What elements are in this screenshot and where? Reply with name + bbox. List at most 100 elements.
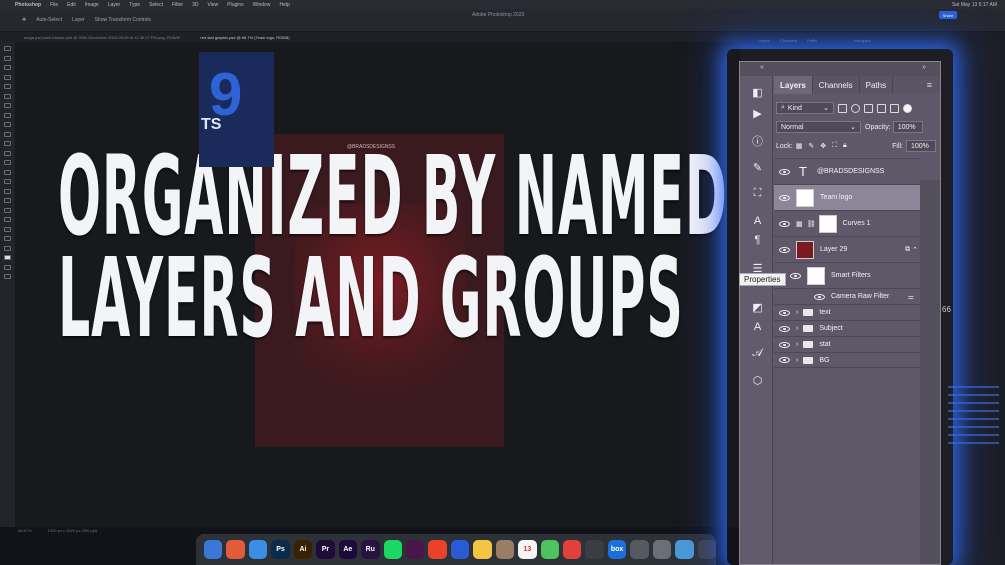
- zoom-level[interactable]: 66.67%: [18, 528, 32, 533]
- visibility-eye-icon[interactable]: [779, 309, 790, 316]
- filter-smart-object-icon[interactable]: [890, 103, 899, 113]
- lock-image-icon[interactable]: ✎: [808, 142, 814, 150]
- path-select-tool-icon[interactable]: [4, 207, 11, 213]
- menu-select[interactable]: Select: [149, 2, 163, 8]
- paragraph-icon[interactable]: ¶: [751, 233, 764, 246]
- move-tool-icon[interactable]: [4, 46, 11, 51]
- dock-app-icon[interactable]: [450, 540, 470, 559]
- group-row[interactable]: › stat: [774, 336, 920, 352]
- dock-app-icon[interactable]: Ru: [361, 540, 380, 559]
- visibility-eye-icon[interactable]: [779, 325, 790, 332]
- move-tool-icon[interactable]: ✥: [22, 17, 26, 23]
- collapse-right-icon[interactable]: »: [922, 64, 926, 71]
- tab-layers[interactable]: Layers: [774, 76, 813, 94]
- blur-tool-icon[interactable]: [4, 169, 11, 175]
- glyphs-icon[interactable]: 𝒜: [751, 347, 764, 360]
- chevron-right-icon[interactable]: ›: [796, 341, 798, 348]
- dock-app-icon[interactable]: [675, 540, 694, 559]
- crop-tool-icon[interactable]: [4, 84, 11, 89]
- bg-tab-paths[interactable]: Paths: [807, 38, 817, 43]
- type-tool-icon[interactable]: [4, 198, 11, 203]
- eyedropper-tool-icon[interactable]: [4, 103, 11, 108]
- menu-filter[interactable]: Filter: [172, 2, 183, 8]
- quick-select-tool-icon[interactable]: [4, 74, 11, 80]
- info-icon[interactable]: ⓘ: [751, 134, 764, 148]
- filter-adjustment-icon[interactable]: [851, 103, 860, 113]
- pen-tool-icon[interactable]: [4, 188, 11, 194]
- dock-app-icon[interactable]: Ai: [293, 540, 313, 559]
- dock-app-icon[interactable]: [495, 540, 515, 559]
- healing-tool-icon[interactable]: [4, 112, 11, 118]
- dodge-tool-icon[interactable]: [4, 179, 11, 184]
- menu-file[interactable]: File: [50, 2, 58, 8]
- smart-filters-row[interactable]: Smart Filters: [774, 262, 920, 288]
- character-icon[interactable]: A: [751, 214, 764, 227]
- brush-tool-icon[interactable]: [4, 122, 11, 127]
- zoom-tool-icon[interactable]: [4, 236, 11, 241]
- dock-app-icon[interactable]: [697, 540, 717, 559]
- foreground-color-swatch[interactable]: [4, 255, 11, 260]
- auto-select-target-dropdown[interactable]: Layer: [72, 17, 85, 23]
- filter-type-icon[interactable]: [864, 103, 873, 113]
- document-tab-active[interactable]: red stat graphic.psd @ 66.7% (Team logo,…: [200, 35, 289, 40]
- smart-filter-badge-icon[interactable]: ⧉: [905, 246, 910, 254]
- visibility-eye-icon[interactable]: [779, 194, 790, 201]
- lock-position-icon[interactable]: ✥: [820, 142, 826, 150]
- dock-app-icon[interactable]: [226, 540, 245, 559]
- dock-app-icon[interactable]: [204, 540, 223, 559]
- chevron-right-icon[interactable]: ›: [796, 309, 798, 316]
- dock-app-icon[interactable]: [383, 540, 402, 559]
- screen-mode-icon[interactable]: [4, 274, 11, 279]
- menu-image[interactable]: Image: [85, 2, 99, 8]
- document-tab[interactable]: mega psd pack banner.psd @ 2000-December…: [24, 35, 180, 40]
- blend-mode-dropdown[interactable]: Normal ⌄: [776, 121, 861, 133]
- panel-menu-icon[interactable]: ≡: [927, 76, 932, 94]
- history-brush-tool-icon[interactable]: [4, 141, 11, 146]
- frame-tool-icon[interactable]: [4, 93, 11, 99]
- menu-plugins[interactable]: Plugins: [227, 2, 243, 8]
- tab-channels[interactable]: Channels: [813, 76, 860, 94]
- filter-shape-icon[interactable]: [877, 103, 886, 113]
- navigator-tab[interactable]: Navigator: [854, 38, 871, 43]
- history-panel-icon[interactable]: ◧: [751, 86, 764, 99]
- gradient-tool-icon[interactable]: [4, 160, 11, 165]
- layer-row[interactable]: T @BRADSDESIGNSS: [774, 158, 920, 184]
- dock-app-icon[interactable]: [540, 540, 559, 559]
- menu-help[interactable]: Help: [279, 2, 289, 8]
- visibility-eye-icon[interactable]: [779, 341, 790, 348]
- camera-raw-filter-row[interactable]: Camera Raw Filter ⚌: [774, 288, 920, 304]
- menu-window[interactable]: Window: [253, 2, 271, 8]
- character-styles-icon[interactable]: A: [751, 320, 764, 333]
- shape-tool-icon[interactable]: [4, 217, 11, 222]
- dock-app-icon[interactable]: [585, 540, 604, 559]
- filter-options-icon[interactable]: ⚌: [908, 293, 914, 301]
- visibility-eye-icon[interactable]: [814, 293, 825, 300]
- dock-app-icon[interactable]: [563, 540, 582, 559]
- clone-stamp-tool-icon[interactable]: [4, 131, 11, 137]
- auto-select-checkbox[interactable]: Auto-Select: [36, 17, 62, 23]
- layers-scrollbar[interactable]: [920, 180, 940, 564]
- dock-app-icon[interactable]: [428, 540, 447, 559]
- dock-app-icon[interactable]: [652, 540, 672, 559]
- layer-row-selected[interactable]: Team logo: [774, 184, 920, 210]
- dock-app-icon[interactable]: 13: [518, 540, 537, 559]
- eraser-tool-icon[interactable]: [4, 150, 11, 156]
- menu-layer[interactable]: Layer: [108, 2, 121, 8]
- actions-play-icon[interactable]: ▶: [751, 107, 764, 120]
- tab-paths[interactable]: Paths: [860, 76, 894, 94]
- lasso-tool-icon[interactable]: [4, 65, 11, 70]
- dock-app-icon[interactable]: Ae: [338, 540, 358, 559]
- bg-tab-channels[interactable]: Channels: [780, 38, 797, 43]
- dock-app-icon[interactable]: Pr: [316, 540, 335, 559]
- marquee-tool-icon[interactable]: [4, 55, 11, 61]
- chevron-right-icon[interactable]: ›: [796, 325, 798, 332]
- layer-row[interactable]: ▦ ⛓ Curves 1: [774, 210, 920, 236]
- collapse-left-icon[interactable]: «: [760, 64, 764, 71]
- filter-toggle-icon[interactable]: [903, 103, 912, 113]
- menu-view[interactable]: View: [208, 2, 219, 8]
- chevron-right-icon[interactable]: ›: [796, 357, 798, 364]
- visibility-eye-icon[interactable]: [779, 357, 790, 363]
- dock-app-icon[interactable]: [405, 540, 425, 559]
- visibility-eye-icon[interactable]: [779, 168, 790, 175]
- menu-photoshop[interactable]: Photoshop: [15, 2, 41, 8]
